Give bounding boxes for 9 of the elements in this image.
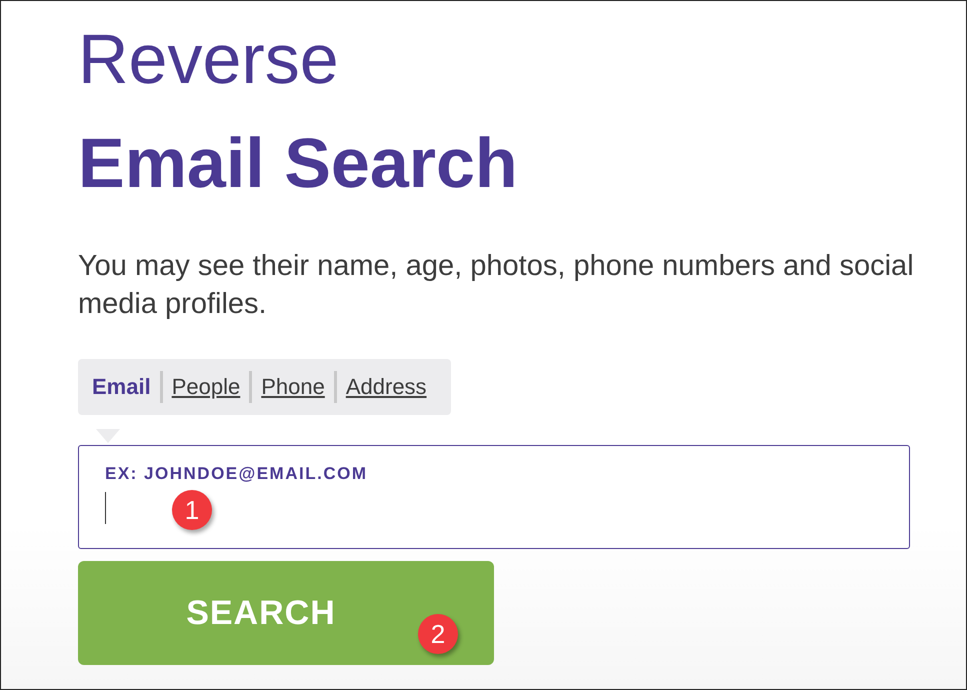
heading-line: Email Search [78,123,518,204]
heading-line: Reverse [78,19,339,100]
callout-badge: 1 [172,490,212,530]
description-text: You may see their name, age, photos, phone numbers and social media profiles. [78,249,915,322]
tab[interactable]: People [172,374,240,400]
tab[interactable]: Email [92,374,151,400]
tab[interactable]: Address [346,374,427,400]
email-input-field[interactable]: EX: JOHNDOE@EMAIL.COM 1 [78,445,910,549]
tab[interactable]: Phone [261,374,325,400]
